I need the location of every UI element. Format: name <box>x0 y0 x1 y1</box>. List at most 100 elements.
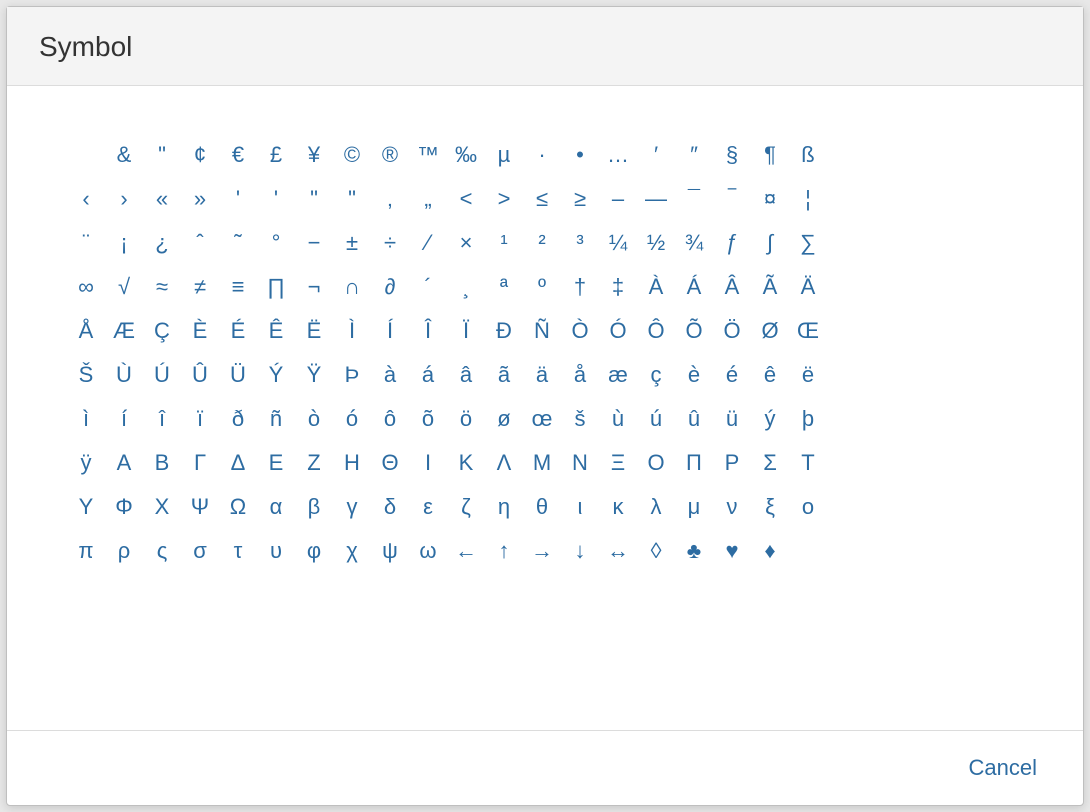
symbol-cell[interactable]: › <box>105 180 143 218</box>
symbol-cell[interactable]: ó <box>333 400 371 438</box>
symbol-cell[interactable]: ‹ <box>67 180 105 218</box>
symbol-cell[interactable]: Ï <box>447 312 485 350</box>
symbol-cell[interactable]: æ <box>599 356 637 394</box>
symbol-cell[interactable]: Ψ <box>181 488 219 526</box>
symbol-cell[interactable]: Ë <box>295 312 333 350</box>
symbol-cell[interactable]: ° <box>257 224 295 262</box>
symbol-cell[interactable]: ø <box>485 400 523 438</box>
symbol-cell[interactable]: ½ <box>637 224 675 262</box>
symbol-cell[interactable]: Ü <box>219 356 257 394</box>
symbol-cell[interactable]: ≤ <box>523 180 561 218</box>
symbol-cell[interactable]: " <box>333 180 371 218</box>
symbol-cell[interactable]: κ <box>599 488 637 526</box>
cancel-button[interactable]: Cancel <box>959 749 1047 787</box>
symbol-cell[interactable]: þ <box>789 400 827 438</box>
symbol-cell[interactable]: ´ <box>409 268 447 306</box>
symbol-cell[interactable]: × <box>447 224 485 262</box>
symbol-cell[interactable]: ⁄ <box>409 224 447 262</box>
symbol-cell[interactable]: ¹ <box>485 224 523 262</box>
symbol-cell[interactable]: í <box>105 400 143 438</box>
symbol-cell[interactable]: δ <box>371 488 409 526</box>
symbol-cell[interactable]: < <box>447 180 485 218</box>
symbol-cell[interactable]: ß <box>789 136 827 174</box>
symbol-cell[interactable]: ∩ <box>333 268 371 306</box>
symbol-cell[interactable]: Φ <box>105 488 143 526</box>
symbol-cell[interactable]: Υ <box>67 488 105 526</box>
symbol-cell[interactable]: ∞ <box>67 268 105 306</box>
symbol-cell[interactable]: ¢ <box>181 136 219 174</box>
symbol-cell[interactable]: ¥ <box>295 136 333 174</box>
symbol-cell[interactable]: Ζ <box>295 444 333 482</box>
symbol-cell[interactable]: Û <box>181 356 219 394</box>
symbol-cell[interactable]: ' <box>257 180 295 218</box>
symbol-cell[interactable]: ã <box>485 356 523 394</box>
symbol-cell[interactable]: ä <box>523 356 561 394</box>
symbol-cell[interactable]: è <box>675 356 713 394</box>
symbol-cell[interactable]: Θ <box>371 444 409 482</box>
symbol-cell[interactable]: Õ <box>675 312 713 350</box>
symbol-cell[interactable]: Ε <box>257 444 295 482</box>
symbol-cell[interactable]: … <box>599 136 637 174</box>
symbol-cell[interactable]: ð <box>219 400 257 438</box>
symbol-cell[interactable]: ë <box>789 356 827 394</box>
symbol-cell[interactable]: ˆ <box>181 224 219 262</box>
symbol-cell[interactable]: ≈ <box>143 268 181 306</box>
symbol-cell[interactable]: √ <box>105 268 143 306</box>
symbol-cell[interactable]: À <box>637 268 675 306</box>
symbol-cell[interactable]: ¿ <box>143 224 181 262</box>
symbol-cell[interactable]: Η <box>333 444 371 482</box>
symbol-cell[interactable]: Ä <box>789 268 827 306</box>
symbol-cell[interactable]: é <box>713 356 751 394</box>
symbol-cell[interactable]: î <box>143 400 181 438</box>
symbol-cell[interactable]: ω <box>409 532 447 570</box>
symbol-cell[interactable]: ñ <box>257 400 295 438</box>
symbol-cell[interactable]: Κ <box>447 444 485 482</box>
symbol-cell[interactable]: ◊ <box>637 532 675 570</box>
symbol-cell[interactable]: ξ <box>751 488 789 526</box>
symbol-cell[interactable]: Ò <box>561 312 599 350</box>
symbol-cell[interactable]: û <box>675 400 713 438</box>
symbol-cell[interactable]: Ö <box>713 312 751 350</box>
symbol-cell[interactable]: ♣ <box>675 532 713 570</box>
symbol-cell[interactable]: ∂ <box>371 268 409 306</box>
symbol-cell[interactable]: π <box>67 532 105 570</box>
symbol-cell[interactable]: β <box>295 488 333 526</box>
symbol-cell[interactable]: ' <box>219 180 257 218</box>
symbol-cell[interactable]: ♦ <box>751 532 789 570</box>
symbol-cell[interactable]: ♥ <box>713 532 751 570</box>
symbol-cell[interactable]: ε <box>409 488 447 526</box>
symbol-cell[interactable]: σ <box>181 532 219 570</box>
symbol-cell[interactable]: å <box>561 356 599 394</box>
symbol-cell[interactable]: Ó <box>599 312 637 350</box>
symbol-cell[interactable]: ô <box>371 400 409 438</box>
symbol-cell[interactable]: Ô <box>637 312 675 350</box>
symbol-cell[interactable]: ç <box>637 356 675 394</box>
symbol-cell[interactable]: Ý <box>257 356 295 394</box>
symbol-cell[interactable]: • <box>561 136 599 174</box>
symbol-cell[interactable]: λ <box>637 488 675 526</box>
symbol-cell[interactable]: Β <box>143 444 181 482</box>
symbol-cell[interactable]: ¼ <box>599 224 637 262</box>
symbol-cell[interactable]: ∫ <box>751 224 789 262</box>
symbol-cell[interactable]: — <box>637 180 675 218</box>
symbol-cell[interactable]: ″ <box>675 136 713 174</box>
symbol-cell[interactable]: É <box>219 312 257 350</box>
symbol-cell[interactable]: " <box>295 180 333 218</box>
symbol-cell[interactable]: ‰ <box>447 136 485 174</box>
symbol-cell[interactable]: Æ <box>105 312 143 350</box>
symbol-cell[interactable]: ¤ <box>751 180 789 218</box>
symbol-cell[interactable]: ï <box>181 400 219 438</box>
symbol-cell[interactable]: ¾ <box>675 224 713 262</box>
symbol-cell[interactable]: ¬ <box>295 268 333 306</box>
symbol-cell[interactable]: ¸ <box>447 268 485 306</box>
symbol-cell[interactable]: ¡ <box>105 224 143 262</box>
symbol-cell[interactable]: € <box>219 136 257 174</box>
symbol-cell[interactable]: Î <box>409 312 447 350</box>
symbol-cell[interactable]: Å <box>67 312 105 350</box>
symbol-cell[interactable]: Τ <box>789 444 827 482</box>
symbol-cell[interactable]: Ú <box>143 356 181 394</box>
symbol-cell[interactable]: º <box>523 268 561 306</box>
symbol-cell[interactable]: õ <box>409 400 447 438</box>
symbol-cell[interactable]: © <box>333 136 371 174</box>
symbol-cell[interactable]: ‡ <box>599 268 637 306</box>
